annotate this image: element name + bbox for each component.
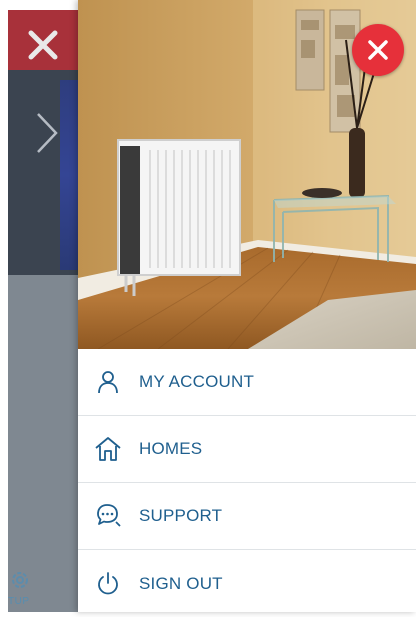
menu-item-my-account[interactable]: MY ACCOUNT [78, 349, 416, 416]
settings-label: TUP [8, 596, 30, 607]
power-icon [92, 568, 124, 600]
menu-item-label: SUPPORT [139, 506, 223, 525]
close-icon [368, 40, 388, 60]
underlying-app: TUP [0, 0, 78, 612]
home-icon [92, 433, 124, 465]
underlay-content [8, 275, 78, 612]
underlay-left-edge [0, 10, 8, 612]
menu-item-label: HOMES [139, 439, 203, 458]
drawer-menu: MY ACCOUNT HOMES SUPPORT SIGN OUT [78, 349, 416, 617]
underlay-hero-panel [8, 70, 78, 275]
menu-item-label: MY ACCOUNT [139, 372, 255, 391]
menu-item-label: SIGN OUT [139, 573, 223, 593]
user-icon [92, 366, 124, 398]
navigation-drawer: MY ACCOUNT HOMES SUPPORT SIGN OUT [78, 0, 416, 612]
menu-item-homes[interactable]: HOMES [78, 416, 416, 483]
gear-icon[interactable] [8, 568, 32, 592]
chevron-right-icon[interactable] [30, 112, 60, 154]
close-menu-button[interactable] [352, 24, 404, 76]
underlay-close-button[interactable] [8, 10, 78, 70]
chat-support-icon [92, 500, 124, 532]
underlay-top-edge [0, 0, 78, 10]
menu-item-sign-out[interactable]: SIGN OUT [78, 550, 416, 617]
close-icon [28, 30, 58, 60]
menu-item-support[interactable]: SUPPORT [78, 483, 416, 550]
